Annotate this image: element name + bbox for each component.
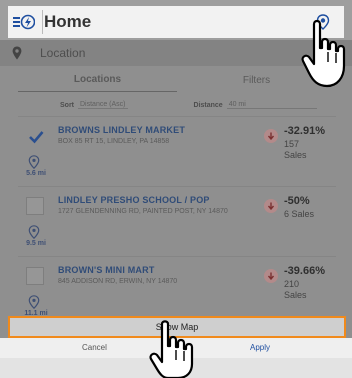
cancel-button[interactable]: Cancel <box>82 343 107 352</box>
top-header: Home <box>8 6 344 38</box>
header-divider <box>42 10 43 34</box>
map-pin-icon <box>28 225 40 240</box>
item-sales-count: 157 <box>284 139 300 149</box>
item-name[interactable]: LINDLEY PRESHO SCHOOL / POP <box>58 195 210 205</box>
item-checkbox[interactable] <box>26 197 44 215</box>
menu-logo-icon[interactable] <box>8 6 40 38</box>
item-change-percent: -50% <box>284 195 310 207</box>
distance-input[interactable]: 40 mi <box>226 101 317 109</box>
item-sales: 210 Sales <box>284 279 307 301</box>
item-name[interactable]: BROWNS LINDLEY MARKET <box>58 125 185 135</box>
item-address: 1727 GLENDENNING RD, PAINTED POST, NY 14… <box>58 208 228 215</box>
item-checkbox[interactable] <box>26 267 44 285</box>
list-item[interactable]: 5.6 mi BROWNS LINDLEY MARKET BOX 85 RT 1… <box>18 116 336 182</box>
tab-bar: Locations Filters <box>18 68 336 92</box>
item-name[interactable]: BROWN'S MINI MART <box>58 265 155 275</box>
map-pin-icon <box>28 155 40 170</box>
trend-down-icon <box>264 129 278 143</box>
item-address: BOX 85 RT 15, LINDLEY, PA 14858 <box>58 138 170 145</box>
item-distance: 9.5 mi <box>26 240 46 247</box>
item-address: 845 ADDISON RD, ERWIN, NY 14870 <box>58 278 178 285</box>
distance-label: Distance <box>193 101 223 109</box>
item-distance: 5.6 mi <box>26 170 46 177</box>
app-window: Home Location Locations Filters Sort Dis… <box>0 0 352 378</box>
list-item[interactable]: 9.5 mi LINDLEY PRESHO SCHOOL / POP 1727 … <box>18 186 336 252</box>
sort-select[interactable]: Distance (Asc) <box>78 101 128 109</box>
pointer-hand-icon <box>301 19 346 88</box>
item-checkbox[interactable] <box>26 127 44 145</box>
list-item[interactable]: 11.1 mi BROWN'S MINI MART 845 ADDISON RD… <box>18 256 336 322</box>
item-sales-count: 6 <box>284 209 290 219</box>
pointer-hand-icon <box>149 320 194 378</box>
trend-down-icon <box>264 199 278 213</box>
item-sales-label: Sales <box>284 150 307 160</box>
item-change-percent: -39.66% <box>284 265 325 277</box>
item-change-percent: -32.91% <box>284 125 325 137</box>
map-pin-icon <box>28 295 40 310</box>
sort-row: Sort Distance (Asc) Distance 40 mi <box>60 98 336 112</box>
item-sales-count: 210 <box>284 279 300 289</box>
item-sales-label: Sales <box>284 290 307 300</box>
item-sales-label: Sales <box>291 209 315 219</box>
item-sales: 6 Sales <box>284 209 314 220</box>
page-title: Home <box>44 12 92 31</box>
location-input[interactable]: Location <box>40 46 85 60</box>
sort-label: Sort <box>60 101 74 109</box>
trend-down-icon <box>264 269 278 283</box>
tab-locations[interactable]: Locations <box>18 68 177 92</box>
checkmark-icon <box>29 131 44 144</box>
item-sales: 157 Sales <box>284 139 307 161</box>
apply-button[interactable]: Apply <box>250 343 270 352</box>
map-pin-icon <box>12 46 22 60</box>
